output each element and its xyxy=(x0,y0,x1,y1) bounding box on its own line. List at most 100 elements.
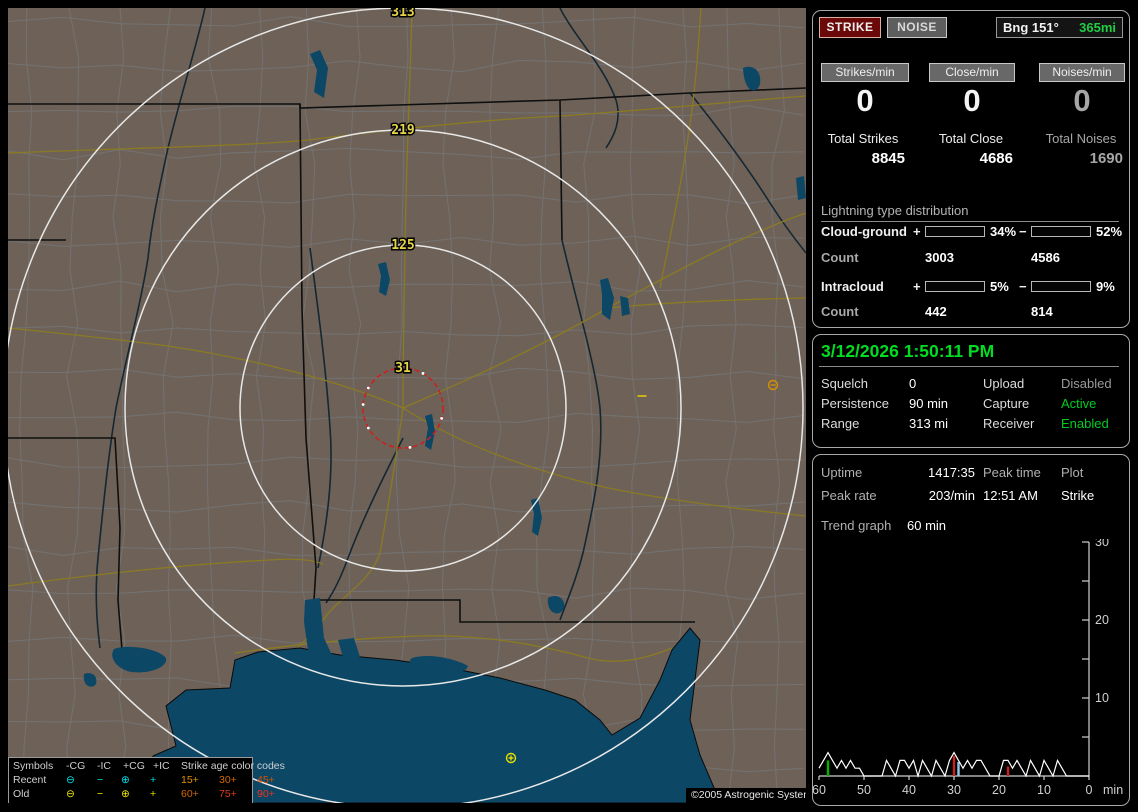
range-label: Range xyxy=(821,416,860,431)
total-strikes-label: Total Strikes xyxy=(827,131,899,146)
close-rate: 0 xyxy=(963,83,981,118)
close-per-min-button[interactable]: Close/min xyxy=(929,63,1015,82)
persistence-value: 90 min xyxy=(909,396,949,411)
legend-age-row-label: Recent xyxy=(13,774,47,786)
plot-type-value: Strike xyxy=(1061,488,1095,503)
ic-minus-bar xyxy=(1031,281,1091,292)
distribution-title: Lightning type distribution xyxy=(821,203,1119,222)
trend-window-value: 60 min xyxy=(907,518,947,533)
strike-dot xyxy=(366,426,370,430)
svg-text:min: min xyxy=(1103,783,1123,797)
count-label: Count xyxy=(821,304,859,319)
legend-col-neg-ic: -IC xyxy=(97,760,111,772)
ic-plus-count: 442 xyxy=(925,304,947,319)
cg-plus-pct: 34% xyxy=(990,224,1017,239)
strikes-per-min-button[interactable]: Strikes/min xyxy=(821,63,909,82)
uptime-value: 1417:35 xyxy=(928,465,975,480)
legend-col-pos-ic: +IC xyxy=(153,760,170,772)
noise-mode-button[interactable]: NOISE xyxy=(887,17,947,38)
noises-rate: 0 xyxy=(1073,83,1091,118)
datetime-display: 3/12/2026 1:50:11 PM xyxy=(821,341,995,361)
persistence-label: Persistence xyxy=(821,396,889,411)
legend-age-30plus: 30+ xyxy=(219,774,237,786)
svg-text:10: 10 xyxy=(1037,783,1051,797)
ic-minus-pct: 9% xyxy=(1096,279,1115,294)
strike-dot xyxy=(421,371,425,375)
svg-text:40: 40 xyxy=(902,783,916,797)
svg-text:60: 60 xyxy=(813,783,826,797)
cg-minus-count: 4586 xyxy=(1031,250,1060,265)
ic-plus-bar xyxy=(925,281,985,292)
svg-text:10: 10 xyxy=(1095,691,1109,705)
status-panel: 3/12/2026 1:50:11 PM Squelch 0 Upload Di… xyxy=(812,334,1130,448)
legend-age-row-label: Old xyxy=(13,788,30,800)
app-window: 313 219 125 31 Symbols -CG -IC +CG +IC Stri… xyxy=(0,0,1138,812)
upload-label: Upload xyxy=(983,376,1025,391)
legend-age-title: Strike age color codes xyxy=(181,760,285,772)
cg-plus-count: 3003 xyxy=(925,250,954,265)
strike-dot xyxy=(366,386,370,390)
strike-dot xyxy=(408,445,412,449)
strike-mode-button[interactable]: STRIKE xyxy=(819,17,881,38)
copyright-text: ©2005 Astrogenic Systems xyxy=(686,788,806,803)
peak-time-value: 12:51 AM xyxy=(983,488,1038,503)
count-label: Count xyxy=(821,250,859,265)
plot-label: Plot xyxy=(1061,465,1084,480)
legend-age-90plus: 90+ xyxy=(257,788,275,800)
peak-rate-value: 203/min xyxy=(928,488,975,503)
bearing-value: Bng 151° xyxy=(1003,20,1059,35)
squelch-label: Squelch xyxy=(821,376,868,391)
cloud-ground-label: Cloud-ground xyxy=(821,224,907,239)
legend-ic-plus-symbol: + xyxy=(150,788,157,800)
legend-age-60plus: 60+ xyxy=(181,788,199,800)
range-value: 313 mi xyxy=(909,416,949,431)
ring-label-125: 125 xyxy=(391,238,414,253)
trend-graph-svg: 10 20 30 60 50 40 30 20 10 0 min xyxy=(812,535,1123,797)
minus-sign: − xyxy=(1019,224,1027,239)
legend-ic-plus-symbol: + xyxy=(150,774,157,786)
plus-sign: + xyxy=(913,224,921,239)
peak-rate-label: Peak rate xyxy=(821,488,877,503)
cg-minus-pct: 52% xyxy=(1096,224,1123,239)
map-canvas[interactable]: 313 219 125 31 Symbols -CG -IC +CG +IC Stri… xyxy=(8,8,806,803)
legend-col-neg-cg: -CG xyxy=(66,760,86,772)
trend-graph: 10 20 30 60 50 40 30 20 10 0 min xyxy=(812,535,1129,803)
legend-age-75plus: 75+ xyxy=(219,788,237,800)
capture-status: Active xyxy=(1061,396,1097,411)
ring-label-31: 31 xyxy=(395,361,411,376)
total-strikes-value: 8845 xyxy=(871,150,905,167)
trend-graph-label: Trend graph xyxy=(821,518,892,533)
legend-cg-plus-symbol: ⊕ xyxy=(121,788,130,800)
plus-sign: + xyxy=(913,279,921,294)
range-value: 365mi xyxy=(1079,20,1116,35)
ic-minus-count: 814 xyxy=(1031,304,1053,319)
intracloud-label: Intracloud xyxy=(821,279,884,294)
capture-label: Capture xyxy=(983,396,1030,411)
uptime-label: Uptime xyxy=(821,465,863,480)
strike-dot xyxy=(440,416,444,420)
squelch-value: 0 xyxy=(909,376,917,391)
strikes-rate: 0 xyxy=(856,83,874,118)
svg-text:20: 20 xyxy=(992,783,1006,797)
svg-text:30: 30 xyxy=(947,783,961,797)
ring-label-219: 219 xyxy=(391,123,414,138)
map-legend: Symbols -CG -IC +CG +IC Strike age color… xyxy=(8,757,285,803)
upload-status: Disabled xyxy=(1061,376,1112,391)
legend-age-15plus: 15+ xyxy=(181,774,199,786)
svg-text:20: 20 xyxy=(1095,613,1109,627)
legend-cg-plus-symbol: ⊕ xyxy=(121,774,130,786)
noises-per-min-button[interactable]: Noises/min xyxy=(1039,63,1125,82)
trend-panel: Uptime 1417:35 Peak time Plot Peak rate … xyxy=(812,454,1130,806)
ring-label-313: 313 xyxy=(391,8,414,20)
svg-text:30: 30 xyxy=(1095,539,1109,549)
receiver-status: Enabled xyxy=(1061,416,1109,431)
total-close-value: 4686 xyxy=(979,150,1013,167)
legend-cg-minus-symbol: ⊖ xyxy=(66,788,75,800)
strike-dot xyxy=(361,403,365,406)
svg-text:50: 50 xyxy=(857,783,871,797)
legend-ic-minus-symbol: − xyxy=(97,774,104,786)
legend-symbols-label: Symbols xyxy=(13,760,54,772)
cg-plus-bar xyxy=(925,226,985,237)
total-noises-label: Total Noises xyxy=(1045,131,1117,146)
legend-col-pos-cg: +CG xyxy=(123,760,145,772)
